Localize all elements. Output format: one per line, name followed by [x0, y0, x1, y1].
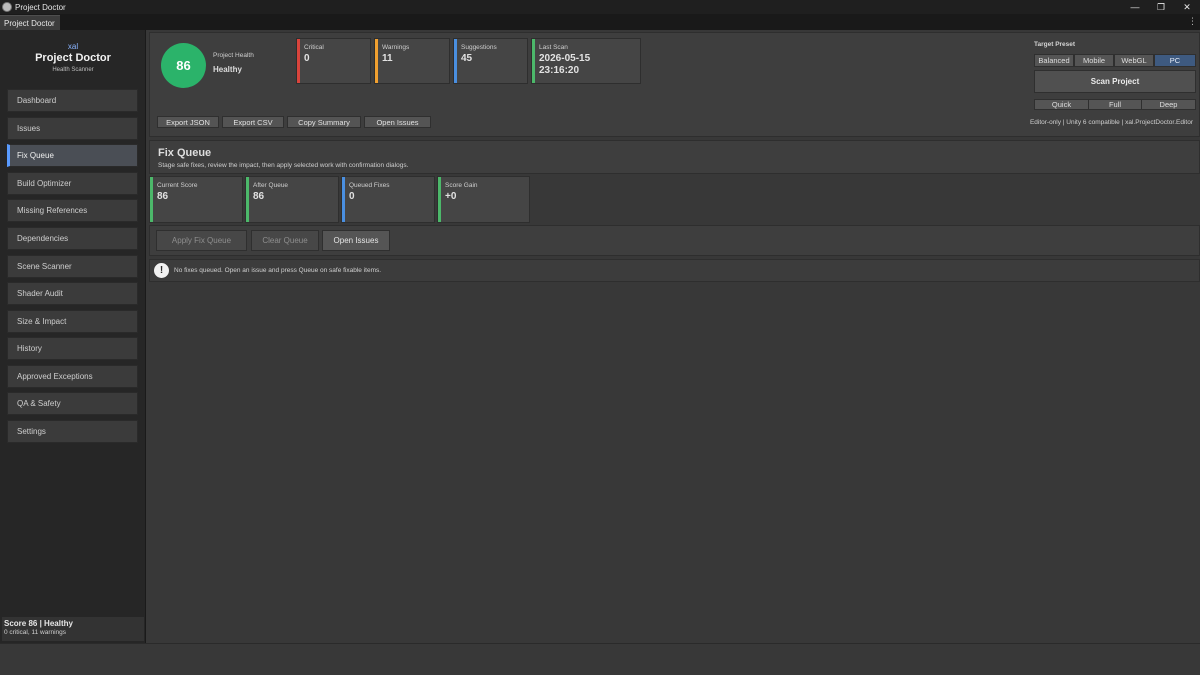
sidebar-item-size-impact[interactable]: Size & Impact: [7, 310, 138, 333]
queue-stat-after-queue-bar: [246, 177, 249, 222]
footer-summary: 0 critical, 11 warnings: [4, 629, 67, 636]
bottom-status-strip: [0, 643, 1200, 675]
stat-warnings-label: Warnings: [382, 44, 410, 51]
sidebar-item-history[interactable]: History: [7, 337, 138, 360]
queue-stat-score-gain-bar: [438, 177, 441, 222]
fix-queue-header: Fix Queue Stage safe fixes, review the i…: [149, 140, 1200, 174]
queue-stat-queued-fixes: Queued Fixes 0: [341, 176, 435, 223]
footer-score: Score 86 | Healthy: [4, 619, 73, 628]
copy-summary-button[interactable]: Copy Summary: [287, 116, 361, 128]
apply-fix-queue-button[interactable]: Apply Fix Queue: [156, 230, 247, 251]
open-issues-header-button[interactable]: Open Issues: [364, 116, 431, 128]
stat-suggestions-value: 45: [461, 53, 473, 64]
target-preset-label: Target Preset: [1034, 41, 1076, 48]
export-csv-button[interactable]: Export CSV: [222, 116, 284, 128]
sidebar: xal Project Doctor Health Scanner Dashbo…: [0, 30, 146, 643]
sidebar-status-footer: Score 86 | Healthy 0 critical, 11 warnin…: [2, 617, 144, 641]
main-content: 86 Project Health Healthy Critical 0 War…: [147, 30, 1200, 643]
empty-queue-text: No fixes queued. Open an issue and press…: [174, 267, 382, 274]
brand-title: Project Doctor: [35, 52, 111, 64]
sidebar-item-fix-queue[interactable]: Fix Queue: [7, 144, 138, 167]
tab-menu-icon[interactable]: ⋮: [1188, 16, 1197, 27]
queue-stat-after-queue: After Queue 86: [245, 176, 339, 223]
stat-critical: Critical 0: [296, 38, 371, 84]
tab-project-doctor[interactable]: Project Doctor: [0, 15, 60, 30]
sidebar-item-build-optimizer[interactable]: Build Optimizer: [7, 172, 138, 195]
stat-suggestions: Suggestions 45: [453, 38, 528, 84]
health-status: Healthy: [213, 65, 242, 74]
sidebar-item-scene-scanner[interactable]: Scene Scanner: [7, 255, 138, 278]
queue-stat-after-queue-label: After Queue: [253, 182, 289, 189]
fix-queue-description: Stage safe fixes, review the impact, the…: [158, 162, 409, 169]
queue-stat-current-score-value: 86: [157, 191, 169, 202]
stat-warnings-bar: [375, 39, 378, 83]
stat-suggestions-bar: [454, 39, 457, 83]
stat-critical-bar: [297, 39, 300, 83]
stat-suggestions-label: Suggestions: [461, 44, 497, 51]
sidebar-item-qa-safety[interactable]: QA & Safety: [7, 392, 138, 415]
queue-stat-current-score-bar: [150, 177, 153, 222]
preset-pc-button[interactable]: PC: [1154, 54, 1196, 67]
queue-stat-queued-fixes-value: 0: [349, 191, 355, 202]
info-exclamation-icon: !: [154, 263, 169, 278]
queue-stat-current-score-label: Current Score: [157, 182, 198, 189]
close-icon[interactable]: ✕: [1174, 0, 1200, 14]
stat-last-scan: Last Scan 2026-05-15 23:16:20: [531, 38, 641, 84]
queue-stat-score-gain-label: Score Gain: [445, 182, 478, 189]
brand-tagline: Health Scanner: [52, 67, 94, 73]
scan-project-button[interactable]: Scan Project: [1034, 70, 1196, 93]
empty-queue-message: ! No fixes queued. Open an issue and pre…: [149, 259, 1200, 282]
editor-compat-note: Editor-only | Unity 6 compatible | xal.P…: [1029, 119, 1193, 126]
stat-critical-label: Critical: [304, 44, 324, 51]
app-logo-icon: [2, 2, 12, 12]
open-issues-button[interactable]: Open Issues: [322, 230, 390, 251]
stat-last-scan-date: 2026-05-15: [539, 53, 591, 64]
stat-last-scan-time: 23:16:20: [539, 65, 580, 76]
scan-mode-quick-button[interactable]: Quick: [1034, 99, 1089, 110]
health-score-circle: 86: [161, 43, 206, 88]
preset-webgl-button[interactable]: WebGL: [1114, 54, 1154, 67]
stat-last-scan-label: Last Scan: [539, 44, 568, 51]
queue-stat-queued-fixes-label: Queued Fixes: [349, 182, 390, 189]
brand-subtitle: xal: [67, 42, 79, 51]
window-title: Project Doctor: [15, 2, 66, 12]
fix-queue-title: Fix Queue: [158, 147, 212, 159]
window-controls: — ❐ ✕: [1122, 0, 1200, 14]
sidebar-item-missing-references[interactable]: Missing References: [7, 199, 138, 222]
export-json-button[interactable]: Export JSON: [157, 116, 219, 128]
minimize-icon[interactable]: —: [1122, 0, 1148, 14]
preset-mobile-button[interactable]: Mobile: [1074, 54, 1114, 67]
title-bar: Project Doctor — ❐ ✕: [0, 0, 1200, 14]
sidebar-item-issues[interactable]: Issues: [7, 117, 138, 140]
sidebar-item-shader-audit[interactable]: Shader Audit: [7, 282, 138, 305]
health-label: Project Health: [213, 52, 254, 59]
scan-mode-deep-button[interactable]: Deep: [1141, 99, 1196, 110]
restore-icon[interactable]: ❐: [1148, 0, 1174, 14]
header-panel: 86 Project Health Healthy Critical 0 War…: [149, 32, 1200, 137]
queue-stat-queued-fixes-bar: [342, 177, 345, 222]
sidebar-item-approved-exceptions[interactable]: Approved Exceptions: [7, 365, 138, 388]
queue-stat-score-gain: Score Gain +0: [437, 176, 530, 223]
preset-balanced-button[interactable]: Balanced: [1034, 54, 1074, 67]
tab-strip: Project Doctor ⋮: [0, 14, 1200, 30]
stat-critical-value: 0: [304, 53, 310, 64]
sidebar-item-dashboard[interactable]: Dashboard: [7, 89, 138, 112]
queue-stat-after-queue-value: 86: [253, 191, 265, 202]
clear-queue-button[interactable]: Clear Queue: [251, 230, 319, 251]
stat-warnings: Warnings 11: [374, 38, 450, 84]
scan-mode-full-button[interactable]: Full: [1088, 99, 1142, 110]
sidebar-item-settings[interactable]: Settings: [7, 420, 138, 443]
sidebar-item-dependencies[interactable]: Dependencies: [7, 227, 138, 250]
stat-warnings-value: 11: [382, 53, 393, 64]
queue-stat-score-gain-value: +0: [445, 191, 457, 202]
queue-stat-current-score: Current Score 86: [149, 176, 243, 223]
stat-last-scan-bar: [532, 39, 535, 83]
